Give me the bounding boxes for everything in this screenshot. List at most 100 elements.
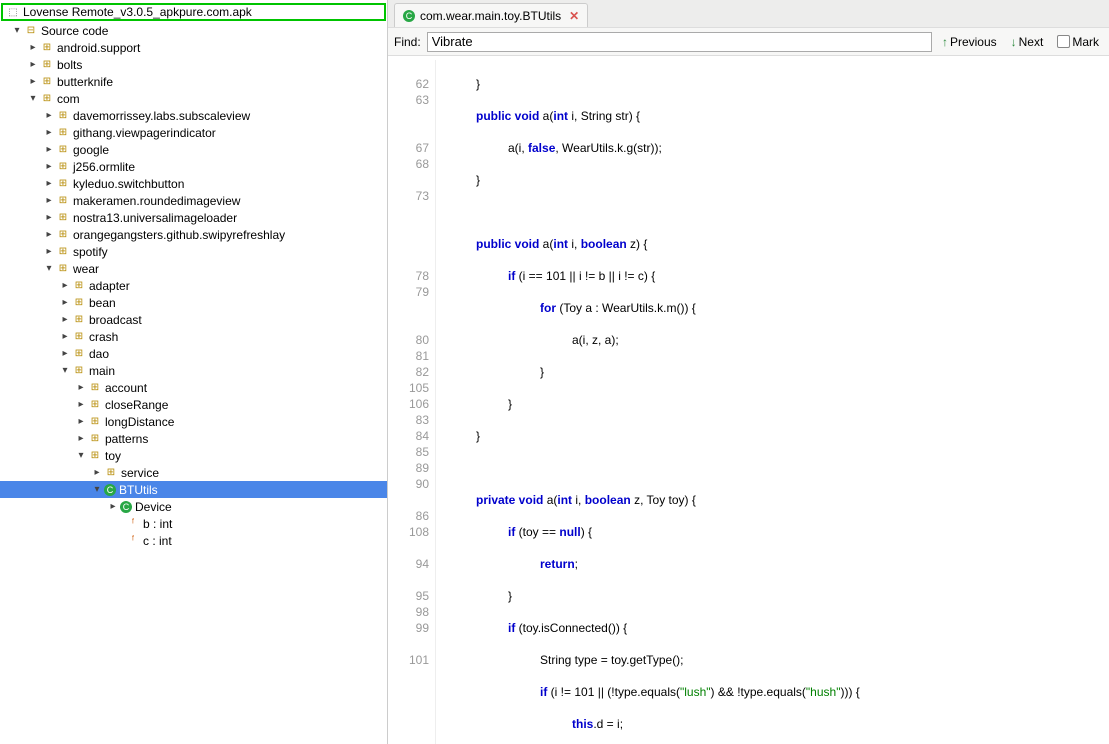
collapse-icon[interactable] <box>44 144 54 155</box>
pkg-wear[interactable]: wear <box>0 260 387 277</box>
line-number: 84 <box>388 428 429 444</box>
blank-line <box>444 460 878 476</box>
pkg-main[interactable]: main <box>0 362 387 379</box>
field-label: b : int <box>143 517 172 531</box>
code-body[interactable]: } public void a(int i, String str) { a(i… <box>436 60 878 744</box>
code-editor[interactable]: 6263 6768 73 7879 8081821051068384858990… <box>388 56 1109 744</box>
line-number <box>388 252 429 268</box>
tree-node[interactable]: crash <box>0 328 387 345</box>
package-icon <box>56 262 70 276</box>
find-prev-label: Previous <box>950 35 997 49</box>
class-btutils[interactable]: BTUtils <box>0 481 387 498</box>
close-icon[interactable]: ✕ <box>569 9 579 23</box>
expand-icon[interactable] <box>60 365 70 376</box>
tree-node[interactable]: account <box>0 379 387 396</box>
tree-node[interactable]: android.support <box>0 39 387 56</box>
pkg-toy[interactable]: toy <box>0 447 387 464</box>
package-icon <box>72 296 86 310</box>
editor-panel: com.wear.main.toy.BTUtils ✕ Find: ↑ Prev… <box>388 0 1109 744</box>
collapse-icon[interactable] <box>44 229 54 240</box>
expand-icon[interactable] <box>12 25 22 36</box>
find-previous-button[interactable]: ↑ Previous <box>938 35 1001 49</box>
tree-node[interactable]: longDistance <box>0 413 387 430</box>
collapse-icon[interactable] <box>60 331 70 342</box>
tab-title: com.wear.main.toy.BTUtils <box>420 9 561 23</box>
collapse-icon[interactable] <box>92 467 102 478</box>
collapse-icon[interactable] <box>44 212 54 223</box>
collapse-icon[interactable] <box>28 59 38 70</box>
tree-node[interactable]: spotify <box>0 243 387 260</box>
code-line: public void a(int i, String str) { <box>444 108 878 124</box>
pkg-label: nostra13.universalimageloader <box>73 211 237 225</box>
line-number <box>388 540 429 556</box>
expand-icon[interactable] <box>92 484 102 495</box>
checkbox-icon[interactable] <box>1057 35 1070 48</box>
package-icon <box>40 58 54 72</box>
collapse-icon[interactable] <box>28 76 38 87</box>
line-number <box>388 636 429 652</box>
code-line: } <box>444 76 878 92</box>
tree-node[interactable]: davemorrissey.labs.subscaleview <box>0 107 387 124</box>
pkg-label: toy <box>105 449 121 463</box>
collapse-icon[interactable] <box>60 297 70 308</box>
line-number: 78 <box>388 268 429 284</box>
collapse-icon[interactable] <box>76 382 86 393</box>
find-input[interactable] <box>427 32 932 52</box>
collapse-icon[interactable] <box>28 42 38 53</box>
tree-node[interactable]: githang.viewpagerindicator <box>0 124 387 141</box>
line-number <box>388 204 429 220</box>
code-line: } <box>444 172 878 188</box>
collapse-icon[interactable] <box>44 246 54 257</box>
collapse-icon[interactable] <box>60 314 70 325</box>
tree-node[interactable]: broadcast <box>0 311 387 328</box>
root-node[interactable]: Lovense Remote_v3.0.5_apkpure.com.apk <box>1 3 386 21</box>
source-code-node[interactable]: Source code <box>0 22 387 39</box>
tree-node[interactable]: kyleduo.switchbutton <box>0 175 387 192</box>
line-number: 108 <box>388 524 429 540</box>
collapse-icon[interactable] <box>108 501 118 512</box>
pkg-label: com <box>57 92 80 106</box>
collapse-icon[interactable] <box>76 416 86 427</box>
class-device[interactable]: Device <box>0 498 387 515</box>
tree-node[interactable]: adapter <box>0 277 387 294</box>
tree-node[interactable]: makeramen.roundedimageview <box>0 192 387 209</box>
collapse-icon[interactable] <box>44 127 54 138</box>
package-icon <box>72 347 86 361</box>
tree-node[interactable]: closeRange <box>0 396 387 413</box>
field-node[interactable]: c : int <box>0 532 387 549</box>
tab-btutils[interactable]: com.wear.main.toy.BTUtils ✕ <box>394 3 588 27</box>
expand-icon[interactable] <box>44 263 54 274</box>
source-code-label: Source code <box>41 24 108 38</box>
collapse-icon[interactable] <box>44 161 54 172</box>
find-next-button[interactable]: ↓ Next <box>1007 35 1048 49</box>
collapse-icon[interactable] <box>44 110 54 121</box>
mark-toggle[interactable]: Mark <box>1053 35 1103 49</box>
class-icon <box>104 484 116 496</box>
tree-node[interactable]: google <box>0 141 387 158</box>
tree-node[interactable]: butterknife <box>0 73 387 90</box>
collapse-icon[interactable] <box>44 195 54 206</box>
expand-icon[interactable] <box>28 93 38 104</box>
collapse-icon[interactable] <box>60 280 70 291</box>
tree-node[interactable]: bean <box>0 294 387 311</box>
tree-node[interactable]: bolts <box>0 56 387 73</box>
pkg-service[interactable]: service <box>0 464 387 481</box>
collapse-icon[interactable] <box>60 348 70 359</box>
expand-icon[interactable] <box>76 450 86 461</box>
tree-node[interactable]: dao <box>0 345 387 362</box>
collapse-icon[interactable] <box>76 433 86 444</box>
collapse-icon[interactable] <box>76 399 86 410</box>
package-icon <box>72 279 86 293</box>
package-icon <box>72 364 86 378</box>
collapse-icon[interactable] <box>44 178 54 189</box>
package-icon <box>72 330 86 344</box>
tree-node[interactable]: patterns <box>0 430 387 447</box>
class-label: BTUtils <box>119 483 158 497</box>
field-icon <box>126 534 140 548</box>
field-node[interactable]: b : int <box>0 515 387 532</box>
tree-node[interactable]: nostra13.universalimageloader <box>0 209 387 226</box>
pkg-com[interactable]: com <box>0 90 387 107</box>
package-icon <box>88 381 102 395</box>
tree-node[interactable]: j256.ormlite <box>0 158 387 175</box>
tree-node[interactable]: orangegangsters.github.swipyrefreshlay <box>0 226 387 243</box>
